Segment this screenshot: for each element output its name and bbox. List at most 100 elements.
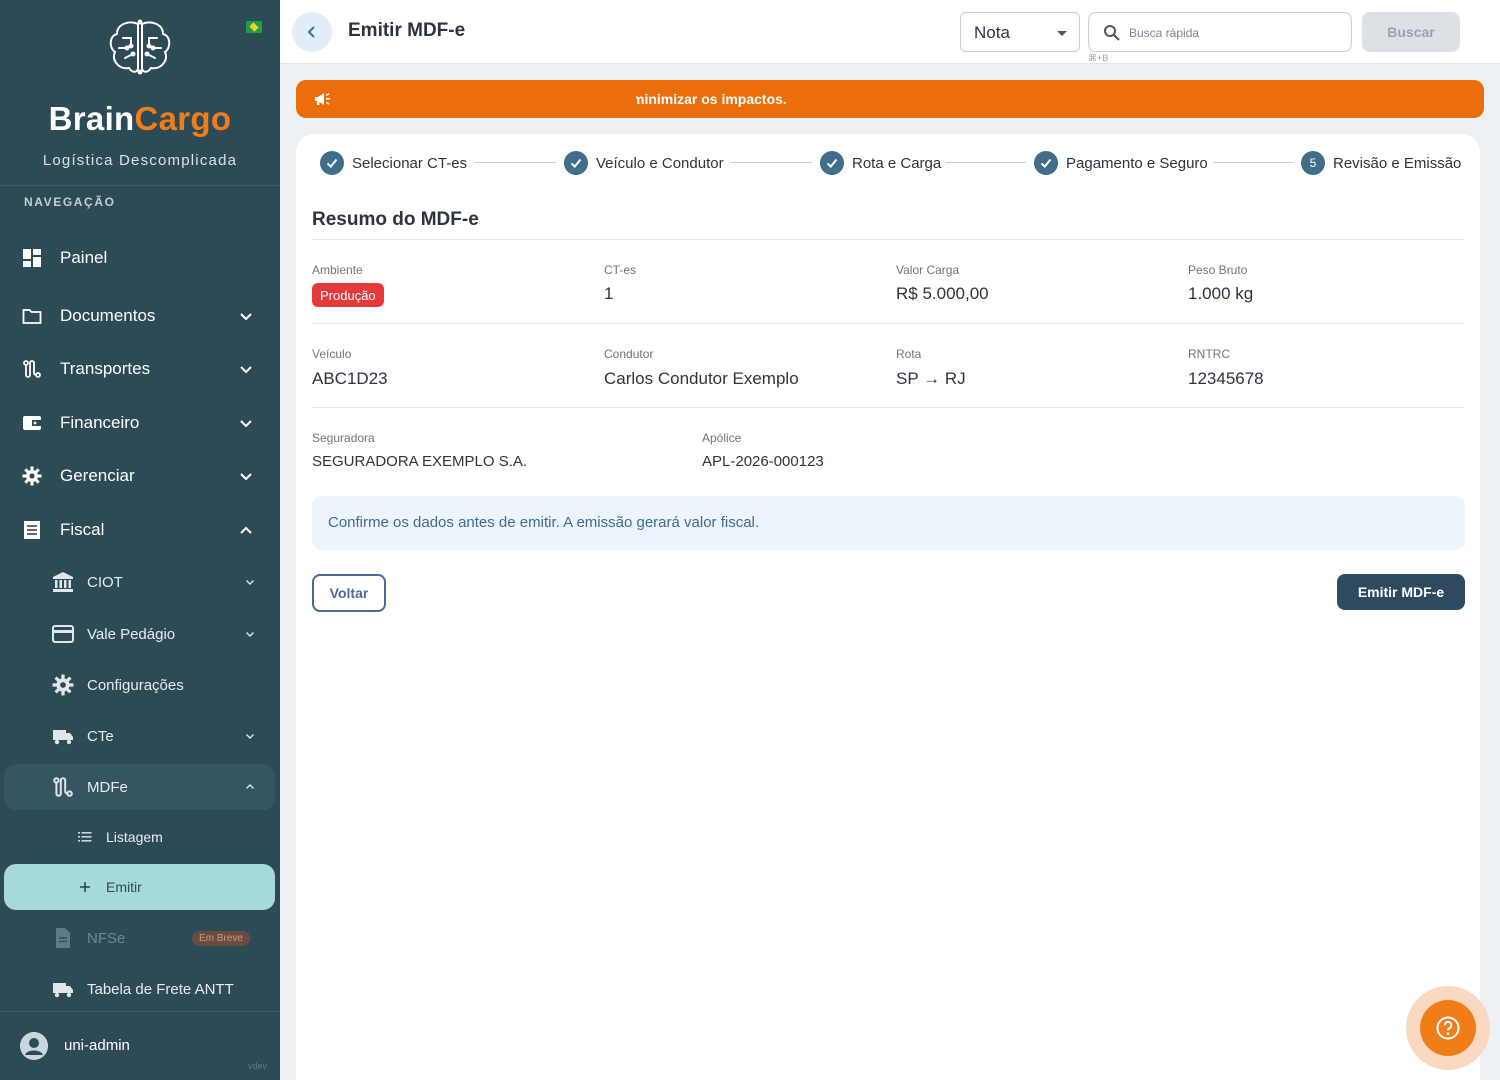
step-label: Pagamento e Seguro bbox=[1066, 154, 1208, 172]
sidebar-item-label: CTe bbox=[87, 727, 114, 745]
megaphone-icon bbox=[315, 93, 330, 105]
sidebar-item-nfse: NFSe Em Breve bbox=[4, 915, 275, 961]
section-divider bbox=[312, 407, 1465, 408]
step-revisao-emissao[interactable]: 5 Revisão e Emissão bbox=[1301, 151, 1461, 175]
info-alert: Confirme os dados antes de emitir. A emi… bbox=[312, 496, 1465, 550]
sidebar-item-emitir[interactable]: Emitir bbox=[4, 864, 275, 910]
nav-heading: NAVEGAÇÃO bbox=[24, 195, 116, 209]
back-step-button[interactable]: Voltar bbox=[312, 574, 386, 612]
step-selecionar-ctes[interactable]: Selecionar CT-es bbox=[320, 151, 467, 175]
check-icon bbox=[820, 151, 844, 175]
plus-icon bbox=[78, 880, 92, 894]
emit-mdfe-button[interactable]: Emitir MDF-e bbox=[1337, 574, 1465, 610]
sidebar: BrainCargo Logística Descomplicada NAVEG… bbox=[0, 0, 280, 1080]
rntrc-label: RNTRC bbox=[1188, 347, 1230, 361]
sidebar-item-vale-pedagio[interactable]: Vale Pedágio bbox=[4, 611, 275, 657]
sidebar-item-financeiro[interactable]: Financeiro bbox=[0, 410, 280, 436]
sidebar-item-cte[interactable]: CTe bbox=[4, 713, 275, 759]
valor-carga-value: R$ 5.000,00 bbox=[896, 284, 989, 303]
chevron-down-icon bbox=[238, 361, 254, 377]
step-label: Veículo e Condutor bbox=[596, 154, 724, 172]
sidebar-item-label: Fiscal bbox=[60, 520, 105, 539]
brand-tagline: Logística Descomplicada bbox=[42, 152, 238, 169]
chevron-up-icon bbox=[238, 522, 254, 538]
help-button[interactable] bbox=[1420, 1000, 1476, 1056]
chevron-down-icon bbox=[244, 730, 256, 742]
sidebar-item-ciot[interactable]: CIOT bbox=[4, 559, 275, 605]
announcement-marquee: minimizar os impactos. bbox=[636, 80, 1476, 118]
step-pagamento-seguro[interactable]: Pagamento e Seguro bbox=[1034, 151, 1208, 175]
announcement-banner: minimizar os impactos. bbox=[296, 80, 1484, 118]
user-name[interactable]: uni-admin bbox=[64, 1037, 130, 1054]
main-card bbox=[296, 134, 1480, 1080]
sidebar-divider bbox=[0, 185, 280, 186]
chevron-up-icon bbox=[244, 781, 256, 793]
back-button[interactable] bbox=[292, 12, 332, 52]
step-veiculo-condutor[interactable]: Veículo e Condutor bbox=[564, 151, 724, 175]
step-label: Selecionar CT-es bbox=[352, 154, 468, 172]
sidebar-item-label: Emitir bbox=[106, 879, 142, 895]
announcement-text: minimizar os impactos. bbox=[636, 91, 787, 107]
quick-search-field[interactable] bbox=[1088, 12, 1352, 52]
user-avatar-icon[interactable] bbox=[20, 1032, 48, 1060]
sidebar-item-label: Documentos bbox=[60, 306, 156, 325]
ambiente-label: Ambiente bbox=[312, 263, 363, 277]
chevron-down-icon bbox=[238, 468, 254, 484]
veiculo-label: Veículo bbox=[312, 347, 352, 361]
sidebar-item-mdfe[interactable]: MDFe bbox=[4, 764, 275, 810]
rota-value: SP → RJ bbox=[896, 369, 966, 388]
chevron-down-icon bbox=[244, 628, 256, 640]
bank-icon bbox=[52, 571, 74, 593]
search-type-select[interactable]: Nota bbox=[960, 12, 1080, 52]
sidebar-item-tabela-frete-antt[interactable]: Tabela de Frete ANTT bbox=[4, 966, 275, 1012]
ctes-value: 1 bbox=[604, 284, 614, 303]
step-rota-carga[interactable]: Rota e Carga bbox=[820, 151, 941, 175]
peso-bruto-value: 1.000 kg bbox=[1188, 284, 1254, 303]
condutor-value: Carlos Condutor Exemplo bbox=[604, 369, 799, 388]
step-connector bbox=[1213, 162, 1293, 163]
gear-icon bbox=[52, 674, 74, 696]
sidebar-item-listagem[interactable]: Listagem bbox=[4, 814, 275, 860]
sidebar-item-label: Vale Pedágio bbox=[87, 625, 176, 643]
sidebar-item-label: Transportes bbox=[60, 359, 151, 378]
veiculo-value: ABC1D23 bbox=[312, 369, 388, 388]
valor-carga-label: Valor Carga bbox=[896, 263, 960, 277]
check-icon bbox=[1034, 151, 1058, 175]
top-bar: Emitir MDF-e Nota ⌘+B Buscar bbox=[280, 0, 1500, 64]
coming-soon-badge: Em Breve bbox=[192, 930, 250, 946]
sidebar-item-gerenciar[interactable]: Gerenciar bbox=[0, 463, 280, 489]
dropdown-caret-icon bbox=[1057, 31, 1067, 36]
brain-logo-icon bbox=[109, 19, 171, 75]
apolice-value: APL-2026-000123 bbox=[702, 453, 824, 470]
sidebar-item-label: CIOT bbox=[87, 573, 123, 591]
truck-icon bbox=[52, 725, 74, 747]
sidebar-item-transportes[interactable]: Transportes bbox=[0, 356, 280, 382]
list-icon bbox=[78, 830, 92, 844]
rntrc-value: 12345678 bbox=[1188, 369, 1264, 388]
truck-icon bbox=[52, 978, 74, 1000]
sidebar-item-painel[interactable]: Painel bbox=[0, 245, 280, 271]
search-button[interactable]: Buscar bbox=[1362, 12, 1460, 52]
dashboard-icon bbox=[22, 248, 42, 268]
apolice-label: Apólice bbox=[702, 431, 742, 445]
sidebar-item-documentos[interactable]: Documentos bbox=[0, 303, 280, 329]
ctes-label: CT-es bbox=[604, 263, 637, 277]
search-input[interactable] bbox=[1129, 22, 1339, 44]
card-icon bbox=[52, 623, 74, 645]
receipt-icon bbox=[22, 520, 42, 540]
sidebar-item-label: Listagem bbox=[106, 829, 163, 845]
ambiente-badge: Produção bbox=[312, 283, 384, 307]
peso-bruto-label: Peso Bruto bbox=[1188, 263, 1248, 277]
sidebar-item-configuracoes[interactable]: Configurações bbox=[4, 662, 275, 708]
sidebar-item-label: Configurações bbox=[87, 676, 184, 694]
sidebar-item-fiscal[interactable]: Fiscal bbox=[0, 517, 280, 543]
step-connector bbox=[945, 162, 1026, 163]
user-divider bbox=[0, 1011, 280, 1012]
step-connector bbox=[475, 162, 556, 163]
app-version: vdev bbox=[248, 1061, 268, 1071]
sidebar-item-label: Gerenciar bbox=[60, 466, 135, 485]
route-icon bbox=[52, 776, 74, 798]
brand-part-brain: Brain bbox=[48, 100, 135, 137]
brazil-flag-icon[interactable] bbox=[246, 21, 262, 33]
route-icon bbox=[22, 359, 42, 379]
